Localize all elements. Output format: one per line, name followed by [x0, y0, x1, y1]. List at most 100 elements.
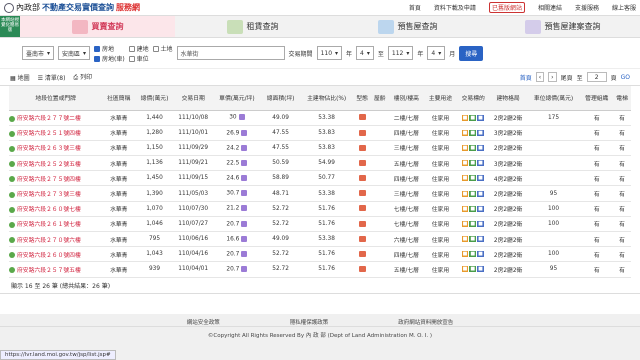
footer-link-open-data[interactable]: 政府網站資料開放宣告	[398, 318, 453, 326]
type-land[interactable]: 土地	[152, 44, 173, 53]
chevron-down-icon: ▾	[335, 49, 339, 57]
district-select[interactable]: 安南區 ▾	[58, 46, 91, 60]
building-type-icon[interactable]	[358, 114, 366, 121]
nav-customer-service[interactable]: 線上客服	[612, 3, 636, 12]
address-text[interactable]: 府安路六段２６１號七樓	[17, 222, 81, 228]
cell-value: 54.99	[318, 160, 335, 167]
year-to-select[interactable]: 112 ▾	[387, 46, 414, 60]
building-type-icon[interactable]	[358, 144, 366, 151]
site-logo[interactable]: 內政部 不動產交易實價查詢 服務網	[4, 2, 140, 13]
simple-version-badge[interactable]: 本網站視覺化簡易版	[0, 16, 20, 37]
address-text[interactable]: 府安路六段２５２號五樓	[17, 162, 81, 168]
footer-link-privacy[interactable]: 隱私權保護政策	[290, 318, 329, 326]
tab-sale[interactable]: 買賣查詢	[20, 16, 175, 37]
column-header[interactable]: 型態	[353, 86, 371, 111]
prev-page-button[interactable]: ‹	[535, 72, 545, 82]
type-house-land[interactable]: 房地	[94, 44, 125, 53]
location-pin-icon[interactable]	[9, 161, 15, 168]
location-pin-icon[interactable]	[9, 115, 15, 122]
last-page-link[interactable]: 尾頁	[561, 73, 573, 82]
map-view-button[interactable]: ▦ 地圖	[10, 73, 30, 82]
location-pin-icon[interactable]	[9, 130, 15, 137]
building-type-icon[interactable]	[358, 266, 366, 273]
address-input[interactable]: 水華街	[176, 46, 285, 60]
first-page-link[interactable]: 首頁	[520, 73, 532, 82]
nav-support[interactable]: 支援服務	[575, 3, 599, 12]
column-header[interactable]: 社區簡稱	[102, 86, 136, 111]
location-pin-icon[interactable]	[9, 252, 15, 259]
footer-link-security[interactable]: 網站安全政策	[187, 318, 220, 326]
location-pin-icon[interactable]	[9, 221, 15, 228]
table-row[interactable]: 府安路六段２６０號四樓 水華青 1,043 110/04/16 20.7 52.72 51.…	[9, 246, 631, 263]
table-row[interactable]: 府安路六段２７０號六樓 水華青 795 110/06/16 16.6 49.09 53.38…	[9, 231, 631, 248]
building-type-icon[interactable]	[358, 175, 366, 182]
building-type-icon[interactable]	[358, 159, 366, 166]
address-text[interactable]: 府安路六段２７５號四樓	[17, 177, 81, 183]
search-button[interactable]: 搜尋	[459, 45, 484, 61]
address-text[interactable]: 府安路六段２６０號七樓	[17, 207, 81, 213]
type-house-land-car[interactable]: 房地(車)	[94, 54, 125, 63]
go-button[interactable]: GO	[621, 74, 630, 81]
tab-rent[interactable]: 租賃查詢	[175, 16, 330, 37]
column-header[interactable]: 地段位置或門牌	[9, 86, 103, 111]
table-row[interactable]: 府安路六段２６１號七樓 水華青 1,046 110/07/27 20.7 52.72 51.…	[9, 216, 631, 233]
column-header[interactable]: 建物格局	[489, 86, 527, 111]
page-input[interactable]: 2	[586, 72, 607, 82]
column-header[interactable]: 樓別/樓高	[388, 86, 425, 111]
city-select[interactable]: 臺南市 ▾	[22, 46, 55, 60]
column-header[interactable]: 屋齡	[371, 86, 389, 111]
table-row[interactable]: 府安路六段２５２號五樓 水華青 1,136 111/09/21 22.5 50.59 54.…	[9, 155, 631, 172]
table-row[interactable]: 府安路六段２６０號七樓 水華青 1,070 110/07/30 21.2 52.72 51.…	[9, 201, 631, 217]
building-type-icon[interactable]	[358, 190, 366, 197]
column-header[interactable]: 電梯	[613, 86, 631, 111]
table-row[interactable]: 府安路六段２５７號五樓 水華青 939 110/04/01 20.7 52.72 51.76…	[9, 261, 631, 278]
address-text[interactable]: 府安路六段２５１號四樓	[17, 131, 81, 137]
location-pin-icon[interactable]	[9, 206, 15, 213]
column-header[interactable]: 車位總價(萬元)	[526, 86, 581, 111]
table-row[interactable]: 府安路六段２５１號四樓 水華青 1,280 111/10/01 26.9 47.55 53.…	[9, 125, 631, 141]
location-pin-icon[interactable]	[9, 176, 15, 183]
year-from-select[interactable]: 110 ▾	[316, 46, 343, 60]
list-view-button[interactable]: ☰ 清單(8)	[38, 73, 66, 82]
column-header[interactable]: 總價(萬元)	[135, 86, 174, 111]
month-from-select[interactable]: 4 ▾	[356, 46, 374, 60]
address-text[interactable]: 府安路六段２６０號四樓	[17, 253, 81, 259]
column-header[interactable]: 主要用途	[424, 86, 457, 111]
column-header[interactable]: 交易標的	[456, 86, 490, 111]
type-parking[interactable]: 車位	[128, 54, 149, 63]
tab-presale[interactable]: 預售屋查詢	[330, 16, 485, 37]
nav-download[interactable]: 資料下載及申請	[434, 3, 476, 12]
address-text[interactable]: 府安路六段２５７號五樓	[17, 268, 81, 274]
address-text[interactable]: 府安路六段２７０號六樓	[17, 238, 81, 244]
nav-old-site[interactable]: 已舊版網站	[488, 2, 525, 13]
type-building-land[interactable]: 建地	[128, 44, 149, 53]
address-text[interactable]: 府安路六段２７７號二樓	[17, 116, 81, 122]
table-row[interactable]: 府安路六段２７７號二樓 水華青 1,440 111/10/08 30 49.09 53.38…	[9, 110, 631, 126]
nav-links[interactable]: 相關連結	[538, 3, 562, 12]
column-header[interactable]: 主建物佔比(%)	[299, 86, 354, 111]
table-row[interactable]: 府安路六段２７５號四樓 水華青 1,450 111/09/15 24.6 58.89 50.…	[9, 170, 631, 187]
table-cell: 有	[580, 216, 614, 233]
next-page-button[interactable]: ›	[548, 72, 557, 82]
table-row[interactable]: 府安路六段２６３號三樓 水華青 1,150 111/09/29 24.2 47.55 53.…	[9, 140, 631, 157]
address-text[interactable]: 府安路六段２７３號三樓	[17, 192, 81, 198]
building-type-icon[interactable]	[358, 251, 366, 258]
building-type-icon[interactable]	[358, 129, 366, 136]
location-pin-icon[interactable]	[9, 237, 15, 244]
tab-presale-project[interactable]: 預售屋建案查詢	[485, 16, 640, 37]
location-pin-icon[interactable]	[9, 145, 15, 152]
print-button[interactable]: ⎙ 列印	[73, 72, 92, 82]
column-header[interactable]: 管理組織	[580, 86, 614, 111]
column-header[interactable]: 單價(萬元/坪)	[212, 86, 262, 111]
location-pin-icon[interactable]	[9, 191, 15, 198]
column-header[interactable]: 交易日期	[173, 86, 213, 111]
month-to-select[interactable]: 4 ▾	[427, 46, 446, 60]
location-pin-icon[interactable]	[9, 267, 15, 274]
nav-home[interactable]: 首頁	[409, 3, 421, 12]
building-type-icon[interactable]	[358, 235, 366, 242]
building-type-icon[interactable]	[358, 205, 366, 212]
column-header[interactable]: 總面積(坪)	[261, 86, 300, 111]
address-text[interactable]: 府安路六段２６３號三樓	[17, 146, 81, 152]
building-type-icon[interactable]	[358, 220, 366, 227]
table-row[interactable]: 府安路六段２７３號三樓 水華青 1,390 111/05/03 30.7 48.71 53.…	[9, 185, 631, 202]
